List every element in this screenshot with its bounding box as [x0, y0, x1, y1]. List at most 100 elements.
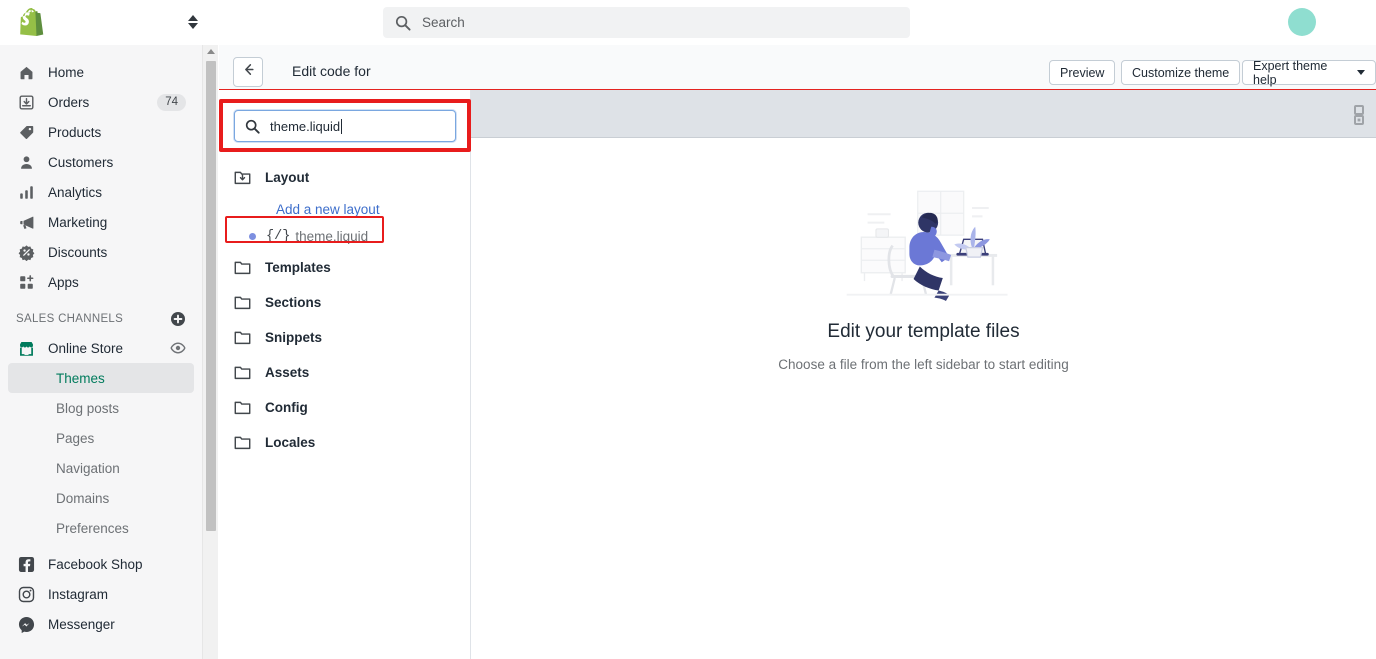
sidebar-item-pages[interactable]: Pages [8, 423, 194, 453]
orders-count-badge: 74 [157, 93, 186, 111]
top-bar: Search [0, 0, 1376, 45]
sidebar-item-label: Home [48, 64, 85, 80]
empty-state: Edit your template files Choose a file f… [471, 185, 1376, 372]
text-cursor [341, 118, 343, 134]
sidebar-item-instagram[interactable]: Instagram [8, 579, 194, 609]
folder-templates[interactable]: Templates [219, 250, 471, 285]
customize-theme-button-label: Customize theme [1132, 65, 1230, 80]
folder-sections[interactable]: Sections [219, 285, 471, 320]
sidebar-item-orders[interactable]: Orders 74 [8, 87, 194, 117]
discounts-percent-icon [16, 242, 36, 262]
messenger-icon [16, 614, 36, 634]
add-new-layout-label: Add a new layout [276, 201, 380, 217]
folder-label: Assets [265, 365, 310, 380]
sidebar-item-label: Discounts [48, 244, 108, 260]
facebook-icon [16, 554, 36, 574]
sidebar-item-label: Facebook Shop [48, 556, 143, 572]
chevron-down-icon [1357, 70, 1365, 75]
home-icon [16, 62, 36, 82]
folder-icon [231, 398, 253, 418]
sidebar-item-customers[interactable]: Customers [8, 147, 194, 177]
sidebar-item-label: Analytics [48, 184, 103, 200]
plus-circle-icon[interactable] [170, 311, 186, 327]
avatar[interactable] [1288, 8, 1316, 36]
split-panel-icon[interactable] [1352, 104, 1374, 126]
folder-icon [231, 433, 253, 453]
folder-label: Sections [265, 295, 322, 310]
sidebar-item-label: Instagram [48, 586, 109, 602]
file-search-value: theme.liquid [270, 118, 341, 134]
sidebar-item-label: Messenger [48, 616, 115, 632]
scrollbar-thumb[interactable] [206, 61, 216, 531]
sidebar-item-home[interactable]: Home [8, 57, 194, 87]
sales-channels-label: SALES CHANNELS [16, 313, 124, 325]
file-tree: Layout Add a new layout {/} theme.liquid… [219, 160, 471, 460]
file-theme-liquid[interactable]: {/} theme.liquid [219, 223, 471, 250]
instagram-icon [16, 584, 36, 604]
sidebar-item-label: Customers [48, 154, 114, 170]
sidebar-item-blog-posts[interactable]: Blog posts [8, 393, 194, 423]
folder-icon [231, 293, 253, 313]
sidebar-subitem-label: Themes [56, 370, 105, 386]
sidebar-subitem-label: Blog posts [56, 400, 120, 416]
folder-label: Config [265, 400, 308, 415]
store-switcher-chevrons-icon[interactable] [180, 10, 206, 34]
sidebar-item-marketing[interactable]: Marketing [8, 207, 194, 237]
eye-icon[interactable] [170, 340, 186, 356]
folder-locales[interactable]: Locales [219, 425, 471, 460]
empty-state-title: Edit your template files [827, 321, 1020, 342]
sidebar-item-label: Marketing [48, 214, 108, 230]
sidebar-subitem-label: Navigation [56, 460, 120, 476]
sidebar-subitem-label: Domains [56, 490, 110, 506]
sidebar: Home Orders 74 Products Customers Analyt… [0, 45, 202, 659]
expert-theme-help-label: Expert theme help [1253, 58, 1328, 87]
folder-layout[interactable]: Layout [219, 160, 471, 195]
folder-label: Locales [265, 435, 316, 450]
sidebar-item-label: Products [48, 124, 102, 140]
file-status-dot [249, 233, 256, 240]
sidebar-subitem-label: Pages [56, 430, 95, 446]
sidebar-scrollbar[interactable] [202, 45, 218, 659]
folder-icon [231, 328, 253, 348]
global-search-placeholder: Search [422, 15, 465, 30]
sidebar-item-themes[interactable]: Themes [8, 363, 194, 393]
global-search-input[interactable]: Search [383, 7, 910, 38]
folder-snippets[interactable]: Snippets [219, 320, 471, 355]
sidebar-item-preferences[interactable]: Preferences [8, 513, 194, 543]
content-panel: Edit your template files Choose a file f… [471, 90, 1376, 659]
shopify-bag-logo-icon[interactable] [20, 8, 46, 36]
expert-theme-help-button[interactable]: Expert theme help [1242, 58, 1376, 87]
file-search-input[interactable]: theme.liquid [234, 110, 456, 142]
folder-label: Snippets [265, 330, 323, 345]
sidebar-item-facebook-shop[interactable]: Facebook Shop [8, 549, 194, 579]
sidebar-item-discounts[interactable]: Discounts [8, 237, 194, 267]
chevron-down-icon [188, 23, 198, 29]
search-icon [395, 15, 411, 31]
sidebar-item-domains[interactable]: Domains [8, 483, 194, 513]
folder-icon [231, 258, 253, 278]
sidebar-item-online-store[interactable]: Online Store [8, 333, 194, 363]
empty-state-subtitle: Choose a file from the left sidebar to s… [778, 357, 1069, 372]
scroll-up-arrow-icon[interactable] [207, 49, 215, 54]
sidebar-item-analytics[interactable]: Analytics [8, 177, 194, 207]
folder-assets[interactable]: Assets [219, 355, 471, 390]
sidebar-item-messenger[interactable]: Messenger [8, 609, 194, 639]
customers-person-icon [16, 152, 36, 172]
folder-config[interactable]: Config [219, 390, 471, 425]
storefront-icon [16, 338, 36, 358]
folder-icon [231, 363, 253, 383]
sidebar-item-apps[interactable]: Apps [8, 267, 194, 297]
code-braces-icon: {/} [266, 229, 291, 244]
sidebar-item-label: Apps [48, 274, 79, 290]
sidebar-item-products[interactable]: Products [8, 117, 194, 147]
preview-button[interactable]: Preview [1049, 60, 1116, 85]
customize-theme-button[interactable]: Customize theme [1121, 60, 1241, 85]
add-new-layout-link[interactable]: Add a new layout [219, 195, 471, 223]
search-icon [245, 119, 260, 134]
sidebar-item-navigation[interactable]: Navigation [8, 453, 194, 483]
sidebar-subitem-label: Preferences [56, 520, 129, 536]
orders-inbox-icon [16, 92, 36, 112]
back-arrow-icon [241, 62, 256, 82]
back-button[interactable] [233, 57, 263, 87]
preview-button-label: Preview [1060, 65, 1105, 80]
